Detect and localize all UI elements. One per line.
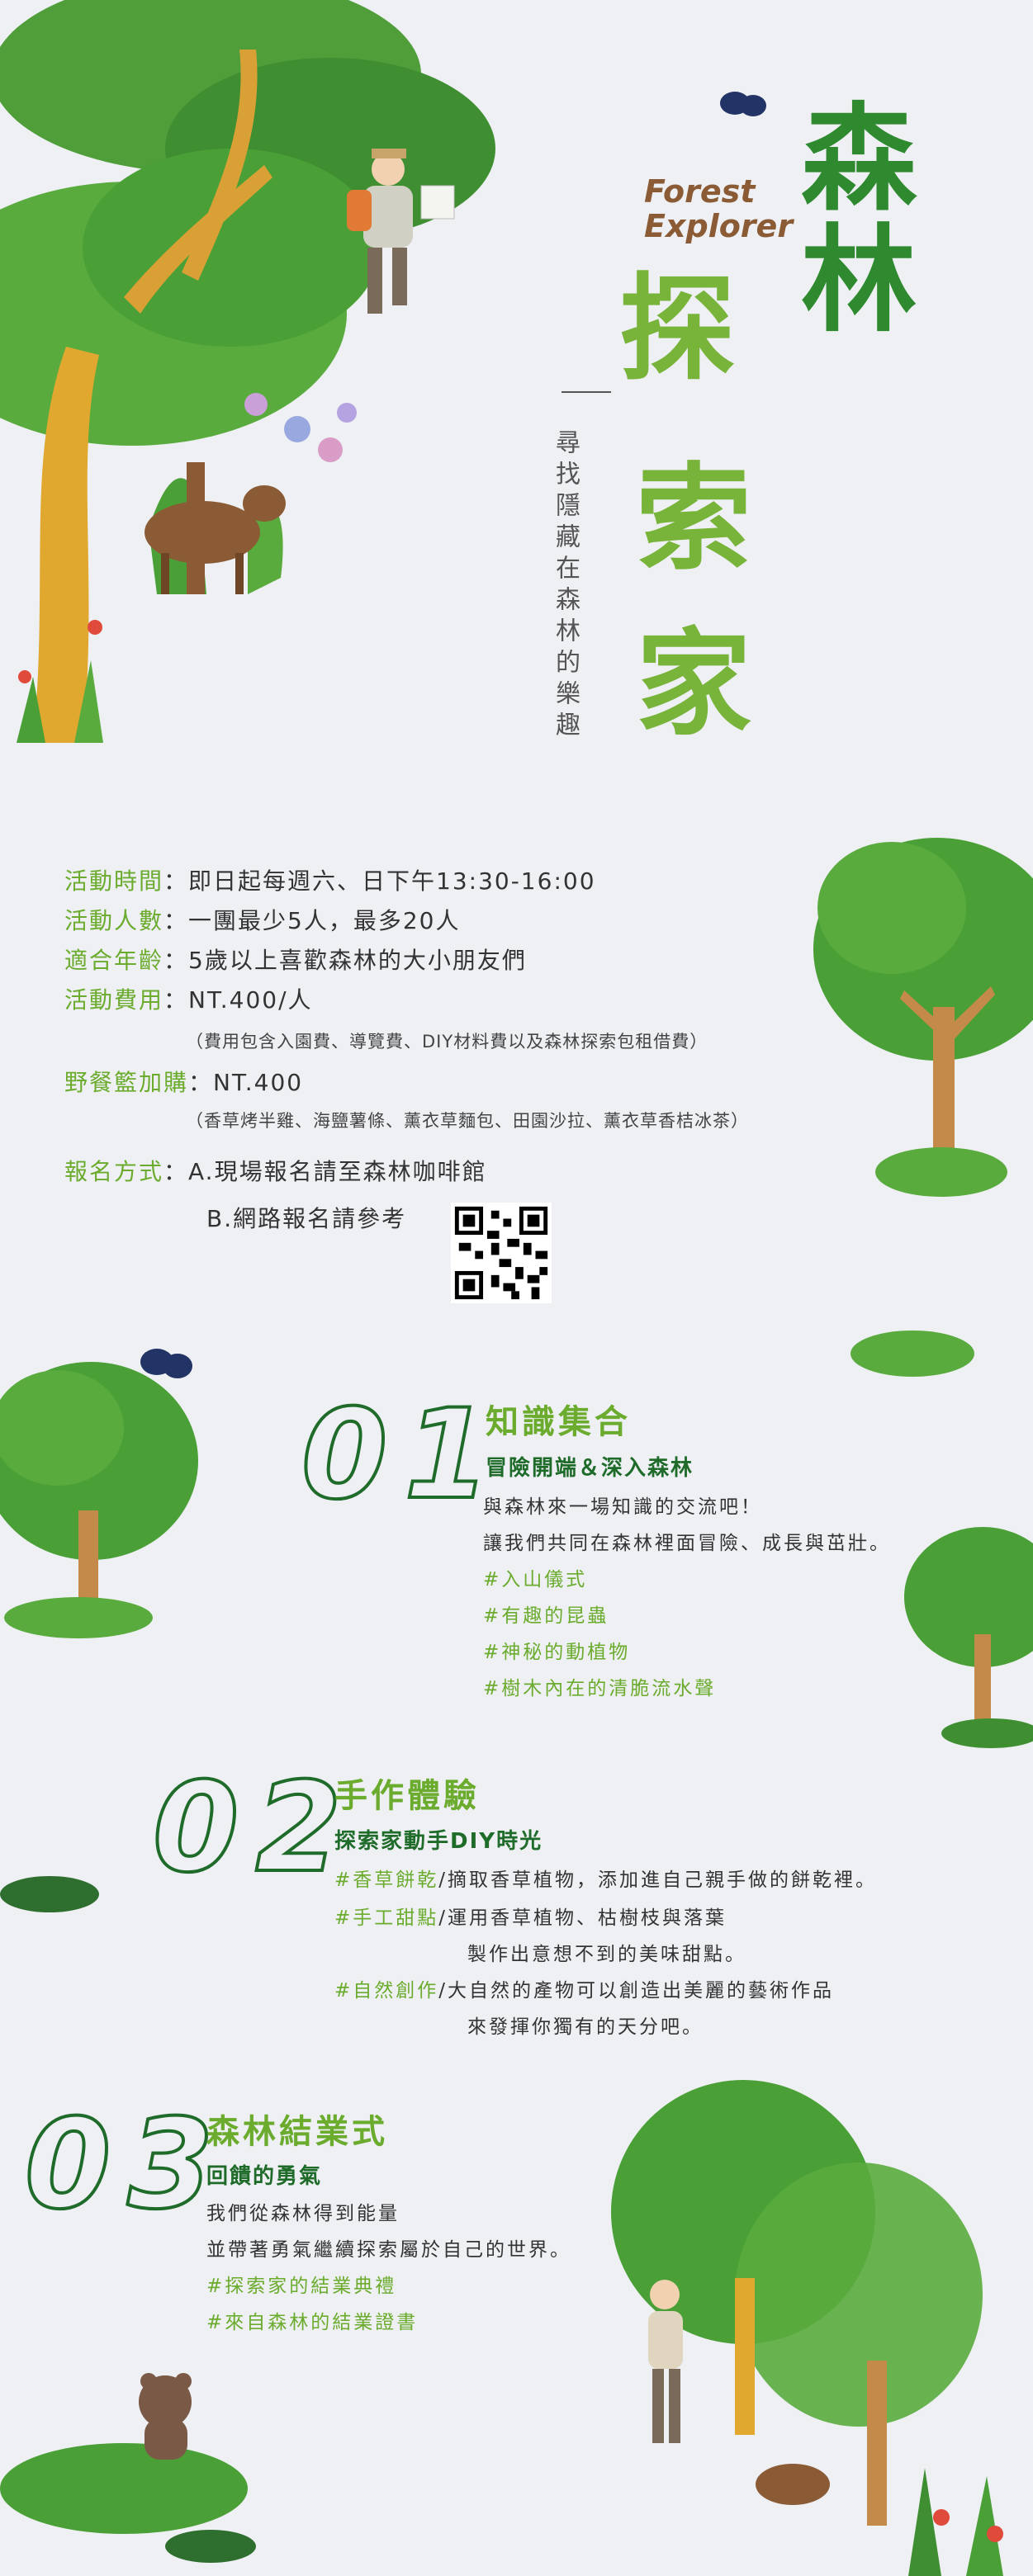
info-picnic-value: ：NT.400 bbox=[188, 1069, 304, 1096]
info-signup-b: B.網路報名請參考 bbox=[206, 1205, 407, 1232]
info-people-value: ：一團最少5人，最多20人 bbox=[163, 907, 461, 934]
info-picnic: 野餐籃加購：NT.400 bbox=[64, 1065, 303, 1098]
section-02-item-3: #自然創作/大自然的產物可以創造出美麗的藝術作品 bbox=[334, 1974, 834, 2002]
section-01-tag-4: #樹木內在的清脆流水聲 bbox=[483, 1678, 717, 1699]
section-02-item-2-text: /運用香草植物、枯樹枝與落葉 bbox=[438, 1907, 727, 1929]
section-02-item-2-cont: 製作出意想不到的美味甜點。 bbox=[467, 1944, 746, 1965]
info-time: 活動時間：即日起每週六、日下午13:30-16:00 bbox=[64, 863, 596, 896]
section-02-item-2: #手工甜點/運用香草植物、枯樹枝與落葉 bbox=[334, 1902, 727, 1930]
section-number-02: 02 bbox=[151, 1756, 358, 1900]
info-age-label: 適合年齡 bbox=[64, 947, 164, 974]
section-03-title: 森林結業式 bbox=[206, 2113, 388, 2151]
info-people-label: 活動人數 bbox=[64, 907, 164, 934]
main-title-suo: 索 bbox=[636, 452, 752, 587]
big-tree-illustration bbox=[0, 0, 495, 743]
english-title: Forest Explorer bbox=[644, 173, 794, 244]
main-title-jia: 家 bbox=[636, 617, 752, 752]
section-02-item-3-text: /大自然的產物可以創造出美麗的藝術作品 bbox=[438, 1980, 835, 2002]
section-01-tag-2: #有趣的昆蟲 bbox=[483, 1605, 609, 1627]
info-picnic-note: （香草烤半雞、海鹽薯條、薰衣草麵包、田園沙拉、薰衣草香桔冰茶） bbox=[186, 1111, 749, 1131]
english-title-line1: Forest bbox=[644, 173, 756, 210]
info-age-value: ：5歲以上喜歡森林的大小朋友們 bbox=[163, 947, 527, 974]
section-02-item-3-tag: #自然創作 bbox=[334, 1980, 439, 2002]
info-time-label: 活動時間 bbox=[64, 867, 164, 895]
bear-illustration bbox=[0, 2373, 248, 2534]
info-people: 活動人數：一團最少5人，最多20人 bbox=[64, 903, 460, 936]
tree-left-illustration bbox=[0, 1362, 198, 1638]
info-signup-label: 報名方式 bbox=[64, 1158, 164, 1185]
section-02-item-2-tag: #手工甜點 bbox=[334, 1907, 439, 1929]
poster: Forest Explorer 森林 探 索 家 尋找隱藏在森林的樂趣 活動時間… bbox=[0, 0, 1033, 2576]
info-fee-label: 活動費用 bbox=[64, 986, 164, 1014]
tree-right-2-illustration bbox=[904, 1527, 1033, 1748]
english-title-line2: Explorer bbox=[644, 207, 794, 244]
section-03-line-2: 並帶著勇氣繼續探索屬於自己的世界。 bbox=[206, 2239, 571, 2261]
section-01-subtitle: 冒險開端＆深入森林 bbox=[486, 1456, 694, 1481]
info-time-value: ：即日起每週六、日下午13:30-16:00 bbox=[163, 867, 596, 895]
section-03-line-1: 我們從森林得到能量 bbox=[206, 2203, 400, 2224]
qr-code[interactable] bbox=[451, 1203, 552, 1303]
info-signup: 報名方式：A.現場報名請至森林咖啡館 bbox=[64, 1154, 487, 1187]
section-02-item-3-cont: 來發揮你獨有的天分吧。 bbox=[467, 2016, 704, 2038]
section-03-subtitle: 回饋的勇氣 bbox=[206, 2164, 323, 2189]
main-title-tan: 探 bbox=[619, 262, 736, 397]
tree-right-illustration bbox=[813, 838, 1033, 1197]
main-title-forest: 森林 bbox=[801, 92, 917, 348]
section-03-tag-2: #來自森林的結業證書 bbox=[206, 2312, 419, 2333]
qr-code-icon bbox=[454, 1206, 548, 1300]
info-age: 適合年齡：5歲以上喜歡森林的大小朋友們 bbox=[64, 943, 527, 976]
info-picnic-label: 野餐籃加購 bbox=[64, 1069, 189, 1096]
info-fee-value: ：NT.400/人 bbox=[163, 986, 313, 1014]
tagline: 尋找隱藏在森林的樂趣 bbox=[551, 429, 580, 743]
section-03-tag-1: #探索家的結業典禮 bbox=[206, 2276, 397, 2297]
info-fee-note: （費用包含入園費、導覽費、DIY材料費以及森林探索包租借費） bbox=[186, 1032, 708, 1052]
info-signup-a: ：A.現場報名請至森林咖啡館 bbox=[163, 1158, 487, 1185]
section-01-line-1: 與森林來一場知識的交流吧！ bbox=[483, 1496, 762, 1518]
section-01-line-2: 讓我們共同在森林裡面冒險、成長與茁壯。 bbox=[483, 1533, 891, 1554]
section-01-tag-1: #入山儀式 bbox=[483, 1569, 588, 1591]
section-02-title: 手作體驗 bbox=[334, 1777, 480, 1815]
section-01-title: 知識集合 bbox=[486, 1403, 631, 1441]
info-fee: 活動費用：NT.400/人 bbox=[64, 982, 313, 1015]
section-02-item-1: #香草餅乾/摘取香草植物，添加進自己親手做的餅乾裡。 bbox=[334, 1864, 877, 1892]
section-number-03: 03 bbox=[23, 2093, 230, 2237]
section-02-subtitle: 探索家動手DIY時光 bbox=[334, 1829, 543, 1854]
dark-bush-illustration bbox=[0, 1876, 99, 1912]
section-number-01: 01 bbox=[300, 1383, 507, 1527]
bush-illustration bbox=[851, 1331, 974, 1377]
section-02-item-1-text: /摘取香草植物，添加進自己親手做的餅乾裡。 bbox=[438, 1869, 878, 1891]
section-01-tag-3: #神秘的動植物 bbox=[483, 1642, 631, 1663]
boar-illustration bbox=[756, 2464, 830, 2505]
section-02-item-1-tag: #香草餅乾 bbox=[334, 1869, 439, 1891]
